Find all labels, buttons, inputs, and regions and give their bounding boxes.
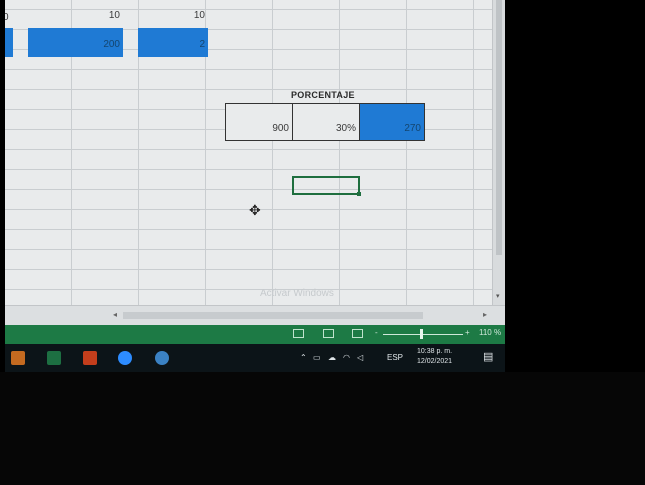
cell-result-value[interactable]: 270	[359, 103, 425, 141]
status-bar: - + 110 %	[5, 325, 505, 344]
zoom-slider-knob[interactable]	[420, 329, 423, 339]
cell-row2-a[interactable]: 200	[28, 28, 123, 57]
zoom-app-icon[interactable]	[118, 351, 132, 365]
scroll-left-arrow-icon[interactable]: ◂	[113, 310, 117, 319]
chrome-icon[interactable]	[155, 351, 169, 365]
cell-row1-a[interactable]: 10	[33, 7, 123, 25]
language-indicator[interactable]: ESP	[387, 353, 403, 362]
horizontal-scroll-thumb[interactable]	[123, 312, 423, 319]
clock-time: 10:38 p. m.	[417, 348, 453, 355]
monitor-bezel	[0, 372, 645, 485]
excel-window: 0 10 10 200 2 PORCENTAJE 900 30% 270 ✥ A…	[5, 0, 505, 372]
onedrive-icon[interactable]: ☁	[328, 353, 336, 362]
page-break-view-icon[interactable]	[352, 329, 363, 338]
taskbar: ⌃ ▭ ☁ ◠ ◁ ESP 10:38 p. m. 12/02/2021 ▤	[5, 344, 505, 372]
vertical-scroll-thumb[interactable]	[496, 0, 502, 255]
volume-icon[interactable]: ◁	[357, 353, 363, 362]
zoom-in-button[interactable]: +	[465, 328, 470, 337]
cell-partial-left[interactable]: 0	[5, 9, 11, 27]
cursor-icon: ✥	[249, 202, 261, 218]
page-layout-view-icon[interactable]	[323, 329, 334, 338]
activate-windows-watermark: Activar Windows	[260, 288, 334, 299]
zoom-level[interactable]: 110 %	[479, 328, 501, 337]
show-hidden-icons-icon[interactable]: ⌃	[300, 353, 307, 362]
cell-row2-b[interactable]: 2	[138, 28, 208, 57]
wifi-icon[interactable]: ◠	[343, 353, 350, 362]
zoom-slider[interactable]	[383, 334, 463, 335]
store-icon[interactable]	[11, 351, 25, 365]
battery-icon[interactable]: ▭	[313, 353, 321, 362]
porcentaje-label: PORCENTAJE	[291, 90, 355, 100]
powerpoint-taskbar-icon[interactable]	[83, 351, 97, 365]
scroll-right-arrow-icon[interactable]: ▸	[483, 310, 487, 319]
excel-taskbar-icon[interactable]	[47, 351, 61, 365]
cell-row1-b[interactable]: 10	[138, 7, 208, 25]
vertical-scrollbar[interactable]: ▾	[492, 0, 505, 305]
notifications-icon[interactable]: ▤	[483, 350, 493, 363]
clock[interactable]: 10:38 p. m. 12/02/2021	[417, 347, 452, 367]
cell-row2-left-sliver[interactable]	[5, 28, 13, 57]
active-cell-selection[interactable]	[292, 176, 361, 196]
scroll-down-arrow-icon[interactable]: ▾	[496, 292, 500, 300]
cell-base-value[interactable]: 900	[225, 103, 293, 141]
clock-date: 12/02/2021	[417, 358, 453, 365]
normal-view-icon[interactable]	[293, 329, 304, 338]
horizontal-scrollbar[interactable]: ◂ ▸	[5, 305, 505, 326]
zoom-out-button[interactable]: -	[375, 328, 378, 337]
cell-percent-value[interactable]: 30%	[292, 103, 360, 141]
